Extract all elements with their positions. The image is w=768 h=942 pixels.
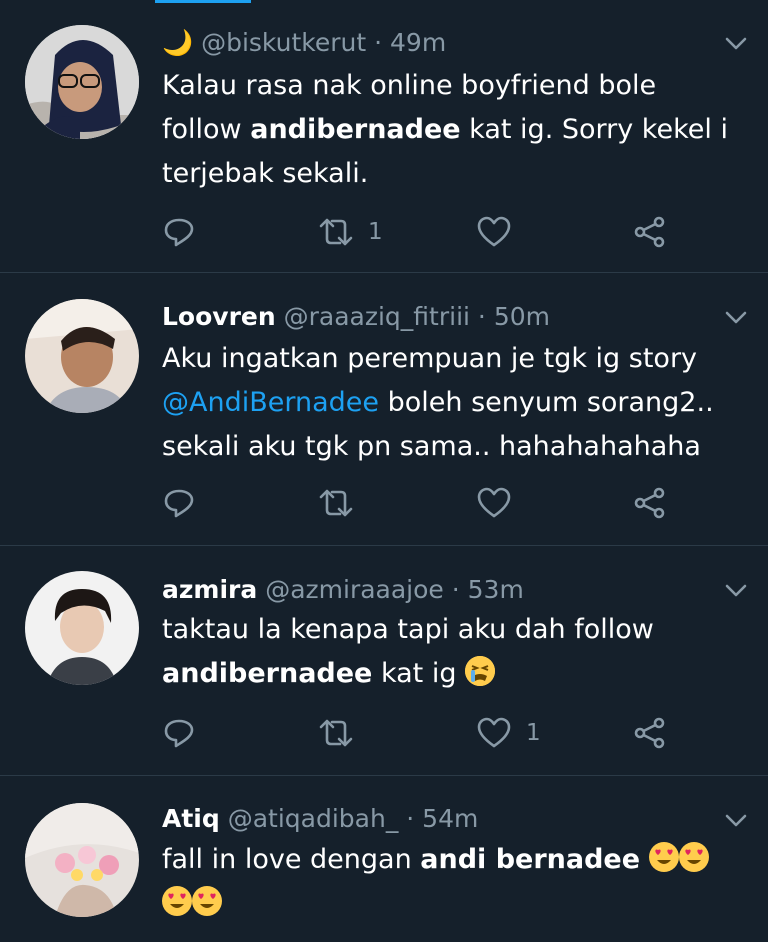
timestamp[interactable]: 49m	[390, 28, 446, 57]
like-button[interactable]	[476, 212, 512, 252]
chevron-down-icon[interactable]	[724, 306, 748, 330]
avatar[interactable]	[25, 299, 139, 413]
share-button[interactable]	[633, 483, 667, 523]
separator: ·	[398, 804, 423, 833]
chevron-down-icon[interactable]	[724, 579, 748, 603]
avatar[interactable]	[25, 25, 139, 139]
tweet-text-line: follow andibernadee kat ig. Sorry kekel …	[162, 114, 728, 145]
mention-link[interactable]: @AndiBernadee	[162, 387, 379, 418]
weary-face-emoji-icon	[465, 656, 496, 686]
reply-button[interactable]	[162, 713, 196, 753]
heart-eyes-emoji-icon	[678, 842, 709, 872]
chevron-down-icon[interactable]	[724, 32, 748, 56]
tweet-header: 🌙 @biskutkerut · 49m	[162, 26, 446, 60]
reply-icon	[164, 218, 194, 247]
tweet-text: fall in love dengan andi bernadee	[162, 838, 742, 926]
tweet-text: Kalau rasa nak online boyfriend bole fol…	[162, 64, 742, 196]
handle[interactable]: @biskutkerut	[201, 28, 366, 57]
tweet-text-line: fall in love dengan andi bernadee	[162, 838, 742, 882]
handle[interactable]: @atiqadibah_	[228, 804, 399, 833]
heart-eyes-emoji-icon	[192, 886, 222, 916]
tweet-header: Atiq @atiqadibah_ · 54m	[162, 802, 478, 836]
tweet-header: azmira @azmiraaajoe · 53m	[162, 573, 524, 607]
retweet-icon	[319, 719, 353, 747]
chevron-down-icon[interactable]	[724, 809, 748, 833]
avatar[interactable]	[25, 803, 139, 917]
retweet-button[interactable]	[318, 713, 368, 753]
like-button[interactable]: 1	[476, 713, 541, 753]
heart-eyes-emoji-icon	[648, 842, 679, 872]
share-icon	[634, 216, 665, 248]
tweet-text: Aku ingatkan perempuan je tgk ig story @…	[162, 337, 742, 469]
tweet-text-line: sekali aku tgk pn sama.. hahahahahaha	[162, 431, 701, 462]
tweet-text-line: terjebak sekali.	[162, 158, 369, 189]
like-icon	[477, 216, 511, 247]
share-icon	[634, 717, 665, 749]
share-button[interactable]	[633, 212, 667, 252]
handle[interactable]: @azmiraaajoe	[265, 575, 444, 604]
reply-button[interactable]	[162, 212, 196, 252]
like-count: 1	[526, 720, 541, 746]
tweet-actions: 1	[0, 212, 768, 252]
retweet-icon	[319, 218, 353, 246]
tweet-text-line	[162, 882, 742, 926]
retweet-button[interactable]: 1	[318, 212, 383, 252]
handle[interactable]: @raaaziq_fitriii	[284, 302, 470, 331]
tweet-actions	[0, 483, 768, 523]
tweet[interactable]: 🌙 @biskutkerut · 49m Kalau rasa nak onli…	[0, 0, 768, 273]
share-button[interactable]	[633, 713, 667, 753]
reply-button[interactable]	[162, 483, 196, 523]
bold-mention[interactable]: andibernadee	[250, 114, 460, 145]
avatar[interactable]	[25, 571, 139, 685]
separator: ·	[443, 575, 468, 604]
tweet[interactable]: azmira @azmiraaajoe · 53m taktau la kena…	[0, 546, 768, 776]
tweet-actions: 1	[0, 713, 768, 753]
tweet-text-line: taktau la kenapa tapi aku dah follow	[162, 614, 654, 645]
timestamp[interactable]: 53m	[468, 575, 524, 604]
bold-mention[interactable]: andibernadee	[162, 658, 372, 689]
timestamp[interactable]: 50m	[494, 302, 550, 331]
tweet-text-line: Kalau rasa nak online boyfriend bole	[162, 70, 657, 101]
reply-icon	[164, 719, 194, 748]
tweet[interactable]: Atiq @atiqadibah_ · 54m fall in love den…	[0, 776, 768, 942]
like-button[interactable]	[476, 483, 512, 523]
tweet-text-line: @AndiBernadee boleh senyum sorang2..	[162, 387, 714, 418]
like-icon	[477, 487, 511, 518]
tweet-text: taktau la kenapa tapi aku dah follow and…	[162, 608, 742, 696]
share-icon	[634, 487, 665, 519]
heart-eyes-emoji-icon	[162, 886, 192, 916]
separator: ·	[469, 302, 494, 331]
tweet-text-line: andibernadee kat ig	[162, 652, 742, 696]
display-name[interactable]: Atiq	[162, 804, 220, 833]
timestamp[interactable]: 54m	[422, 804, 478, 833]
bold-mention[interactable]: andi bernadee	[420, 844, 640, 875]
retweet-icon	[319, 489, 353, 517]
display-name[interactable]: azmira	[162, 575, 257, 604]
like-icon	[477, 717, 511, 748]
tweet-header: Loovren @raaaziq_fitriii · 50m	[162, 300, 550, 334]
tweet-text-line: Aku ingatkan perempuan je tgk ig story	[162, 343, 698, 374]
tweet[interactable]: Loovren @raaaziq_fitriii · 50m Aku ingat…	[0, 273, 768, 546]
display-name[interactable]: 🌙	[162, 28, 193, 57]
retweet-button[interactable]	[318, 483, 368, 523]
separator: ·	[366, 28, 391, 57]
retweet-count: 1	[368, 219, 383, 245]
display-name[interactable]: Loovren	[162, 302, 276, 331]
reply-icon	[164, 489, 194, 518]
